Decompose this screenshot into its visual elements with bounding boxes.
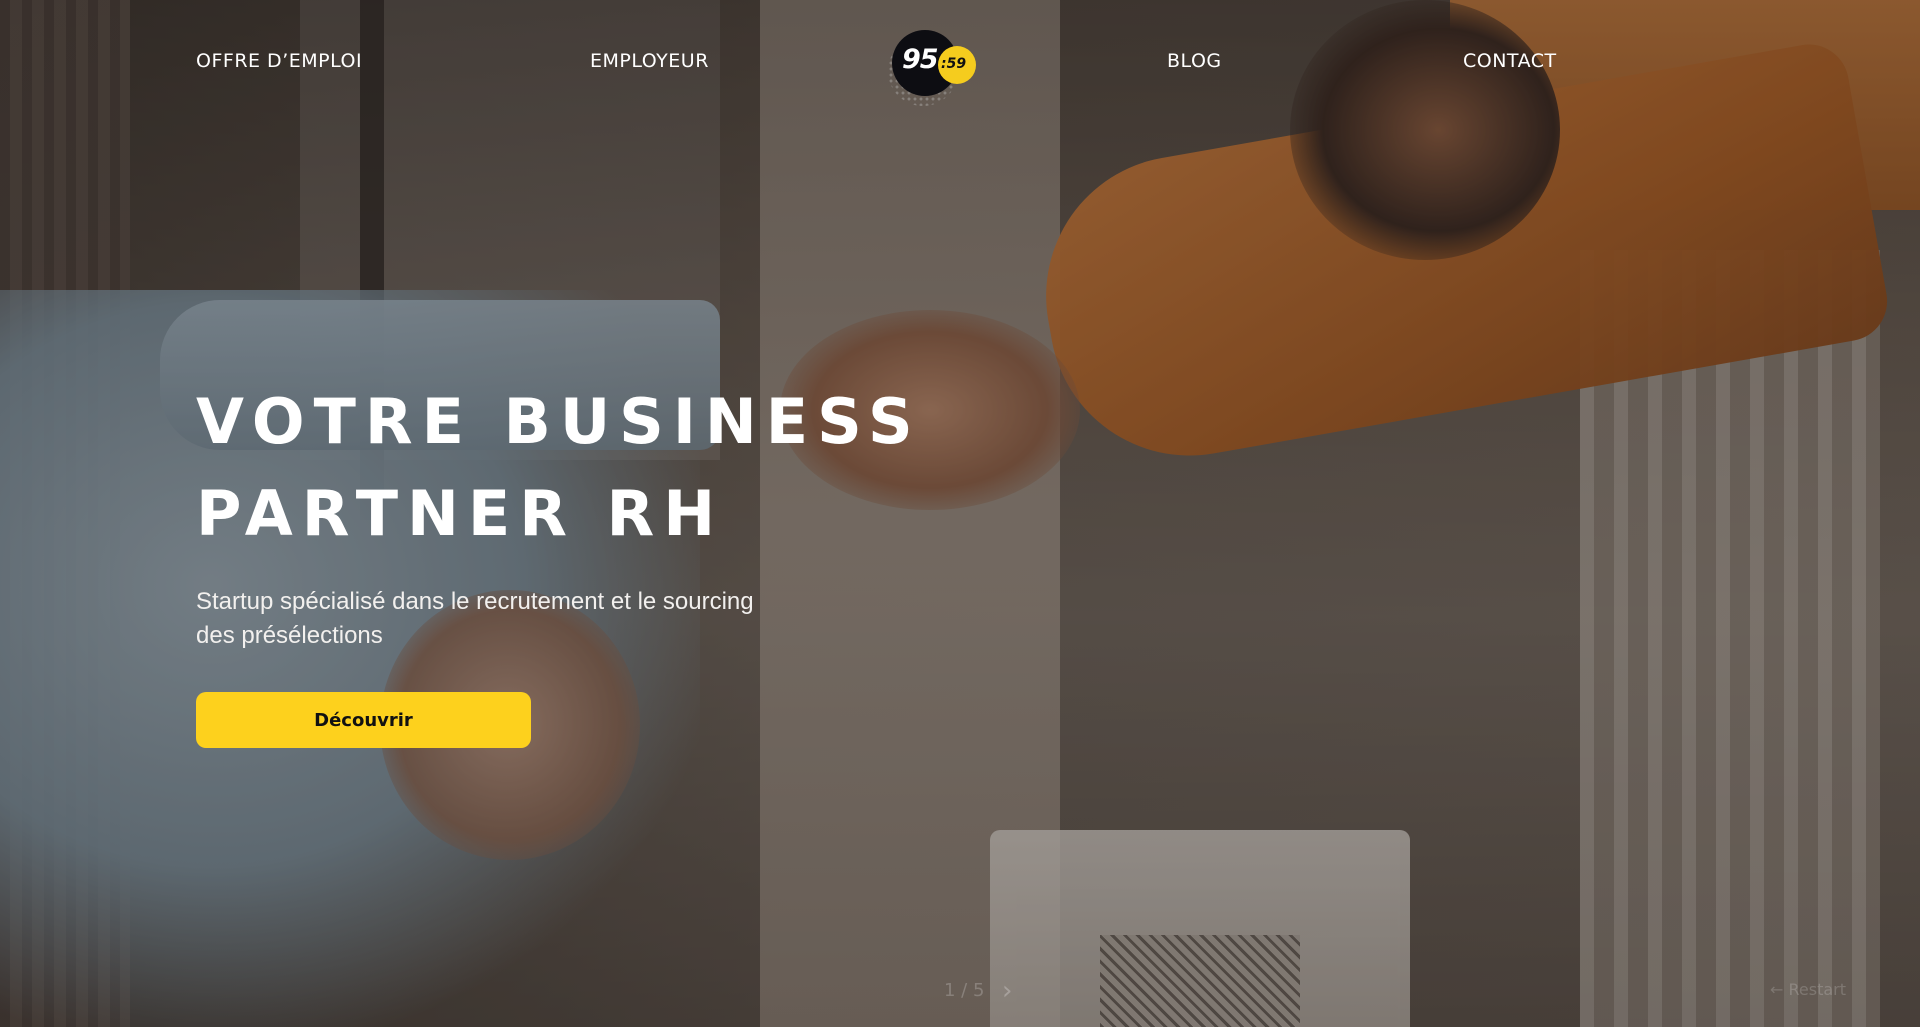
main-navigation: OFFRE D’EMPLOI EMPLOYEUR 95 :59 BLOG CON… bbox=[0, 0, 1920, 130]
nav-link-employeur[interactable]: EMPLOYEUR bbox=[590, 50, 709, 72]
logo-badge-text: :59 bbox=[941, 56, 967, 72]
nav-link-blog[interactable]: BLOG bbox=[1167, 50, 1222, 72]
logo-main-text: 95 bbox=[902, 44, 939, 75]
hero-title: VOTRE BUSINESS PARTNER RH bbox=[196, 376, 996, 560]
hero-subtitle: Startup spécialisé dans le recrutement e… bbox=[196, 588, 754, 649]
nav-link-offre-emploi[interactable]: OFFRE D’EMPLOI bbox=[196, 50, 362, 72]
restart-link[interactable]: ← Restart bbox=[1770, 980, 1846, 999]
slider-counter: 1 / 5 bbox=[944, 980, 985, 1001]
chevron-right-icon[interactable]: › bbox=[1002, 976, 1012, 1006]
decouvrir-button[interactable]: Découvrir bbox=[196, 692, 531, 748]
hero-title-line: PARTNER RH bbox=[196, 477, 725, 550]
nav-link-contact[interactable]: CONTACT bbox=[1463, 50, 1557, 72]
hero-title-line: VOTRE BUSINESS bbox=[196, 385, 922, 458]
logo[interactable]: 95 :59 bbox=[888, 28, 988, 108]
